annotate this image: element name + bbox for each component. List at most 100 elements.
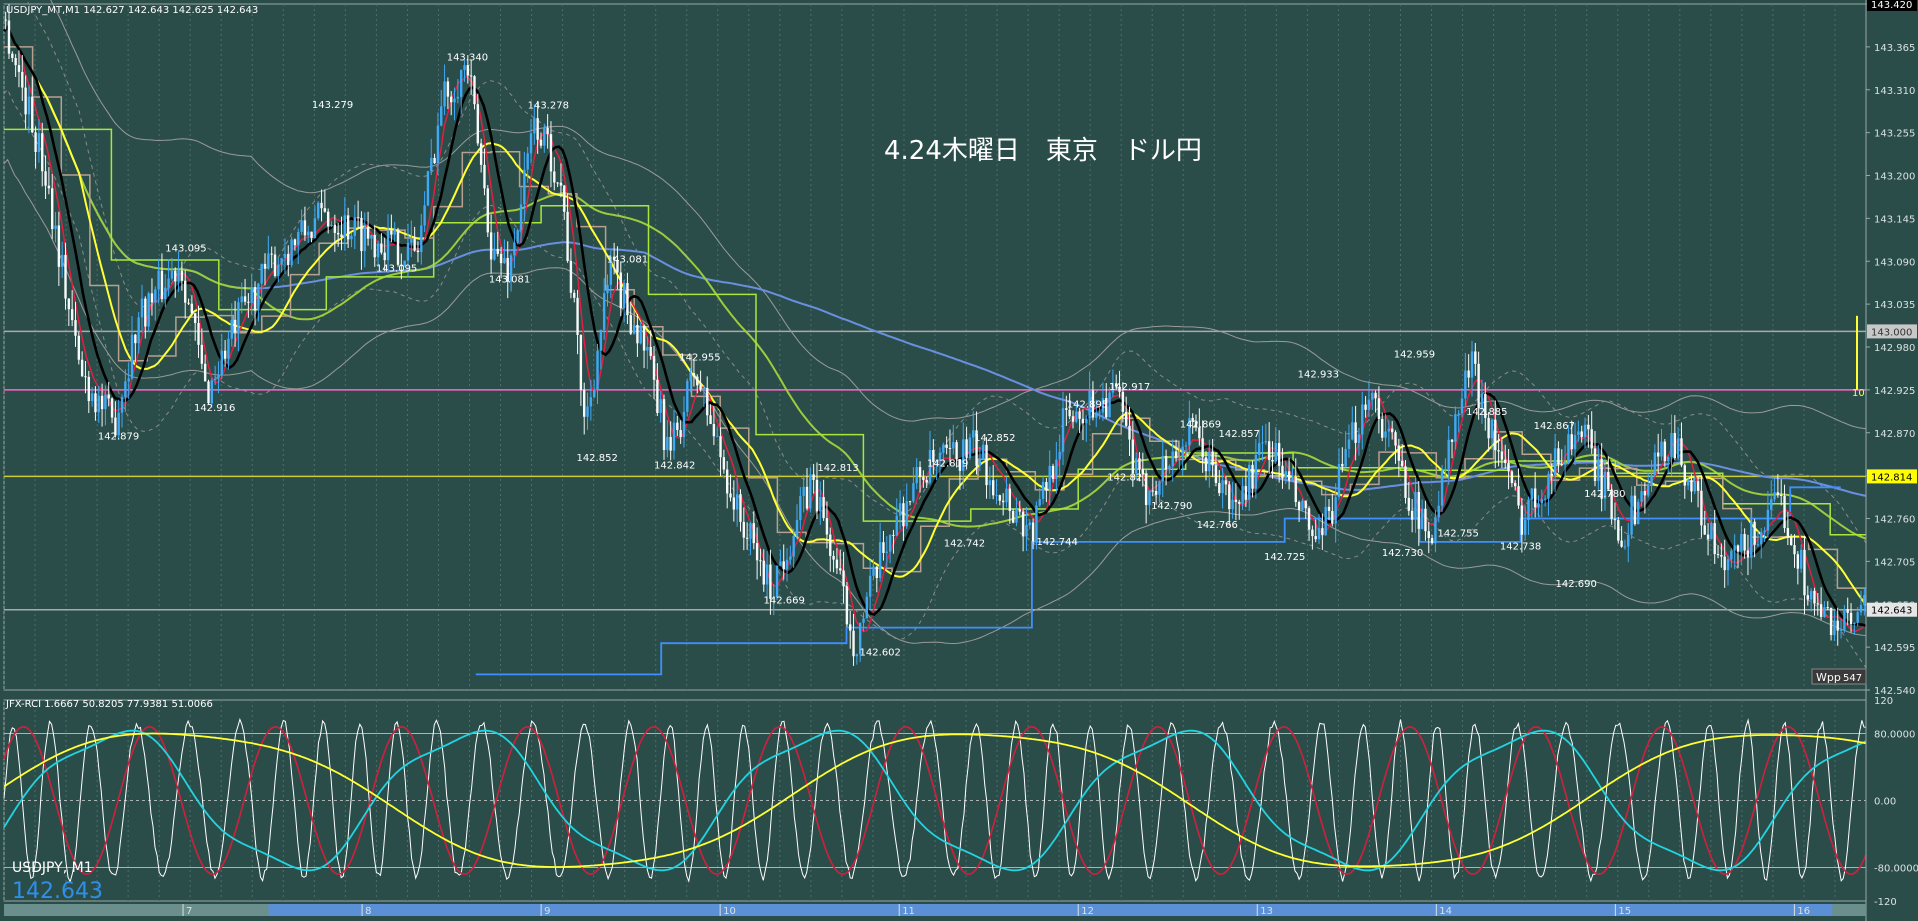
candle-body [1424,508,1427,532]
candle-body [642,325,646,351]
candle-body [426,171,430,206]
candle-body [805,486,809,509]
candle-body [17,65,21,72]
candle-body [829,534,832,556]
candle-body [1683,465,1686,486]
candle-body [952,442,955,449]
candle-body [1058,451,1061,460]
candle-body [1151,490,1154,492]
candle-body [390,230,393,235]
candle-body [546,127,549,135]
candle-body [1218,483,1221,494]
candle-body [892,534,895,536]
candle-body [1158,481,1161,495]
candle-body [1384,431,1387,438]
swing-price-label: 143.095 [376,263,417,274]
candle-body [1557,448,1560,465]
wpp-value: 547 [1843,673,1862,684]
candle-body [1590,429,1593,449]
candle-body [1680,438,1683,466]
candle-body [1477,363,1480,409]
candle-body [1377,398,1381,419]
candle-body [469,75,473,77]
candle-body [602,293,606,330]
candle-body [1540,499,1544,504]
candle-body [1660,441,1663,457]
candle-body [250,287,253,303]
candle-body [1291,476,1294,481]
candle-body [1131,439,1135,474]
swing-price-label: 142.852 [576,453,617,464]
candle-body [1816,603,1819,605]
candle-body [1793,545,1796,555]
candle-body [918,467,922,478]
candle-body [323,208,327,212]
candle-body [1224,480,1228,485]
candle-body [1740,533,1743,552]
swing-price-label: 142.766 [1197,520,1238,531]
candle-body [1806,595,1810,600]
candle-body [456,96,460,99]
price-chart[interactable]: 142.879 143.095 142.916 143.279 143.095 143.3… [0,0,1918,921]
swing-price-label: 142.827 [1107,472,1148,483]
candle-body [420,225,423,253]
swing-price-label: 142.602 [860,648,901,659]
candle-body [330,224,333,227]
swing-price-label: 143.081 [489,274,530,285]
candle-body [450,96,453,103]
candle-body [237,302,240,333]
candle-body [110,398,114,418]
candle-body [812,474,815,480]
candle-body [543,127,546,146]
candle-body [134,334,137,344]
candle-body [90,393,94,402]
candle-body [676,422,679,430]
candle-body [882,542,885,553]
candle-body [1410,510,1414,520]
candle-body [759,560,762,562]
candle-body [393,229,396,235]
candle-body [1653,452,1657,475]
candle-body [942,444,945,453]
candle-body [1846,609,1849,613]
candle-body [230,319,233,339]
candle-body [1437,505,1440,518]
candle-body [1829,607,1833,636]
candle-body [14,58,17,66]
candle-body [1859,604,1863,613]
candle-body [1271,459,1274,462]
candle-body [300,220,303,233]
candle-body [1849,612,1853,624]
candle-body [1494,419,1497,451]
price-tag-label: 143.420 [1871,0,1912,11]
candle-body [326,211,330,227]
price-tick-label: 142.980 [1874,343,1915,354]
candle-body [1071,416,1075,422]
candle-body [563,185,566,212]
candle-body [1497,450,1500,452]
candle-body [1833,620,1836,636]
candle-body [649,346,652,357]
candle-body [1666,456,1670,462]
candle-body [41,133,44,172]
candle-body [978,459,982,466]
candle-body [453,98,456,103]
time-tick-label: 15 [1618,906,1631,917]
candle-body [150,293,154,303]
time-tick-label: 13 [1260,906,1273,917]
swing-price-label: 142.755 [1438,528,1479,539]
candle-body [203,363,207,382]
candle-body [1637,501,1640,525]
candle-body [287,253,290,266]
candle-body [1364,404,1367,410]
candle-body [130,334,134,379]
candle-body [965,439,968,458]
candle-body [1361,404,1364,435]
candle-body [270,253,273,255]
candle-body [210,380,214,404]
candle-body [878,542,882,578]
candle-body [1746,550,1750,558]
candle-body [200,344,204,364]
candle-body [180,270,184,281]
candle-body [656,379,659,413]
